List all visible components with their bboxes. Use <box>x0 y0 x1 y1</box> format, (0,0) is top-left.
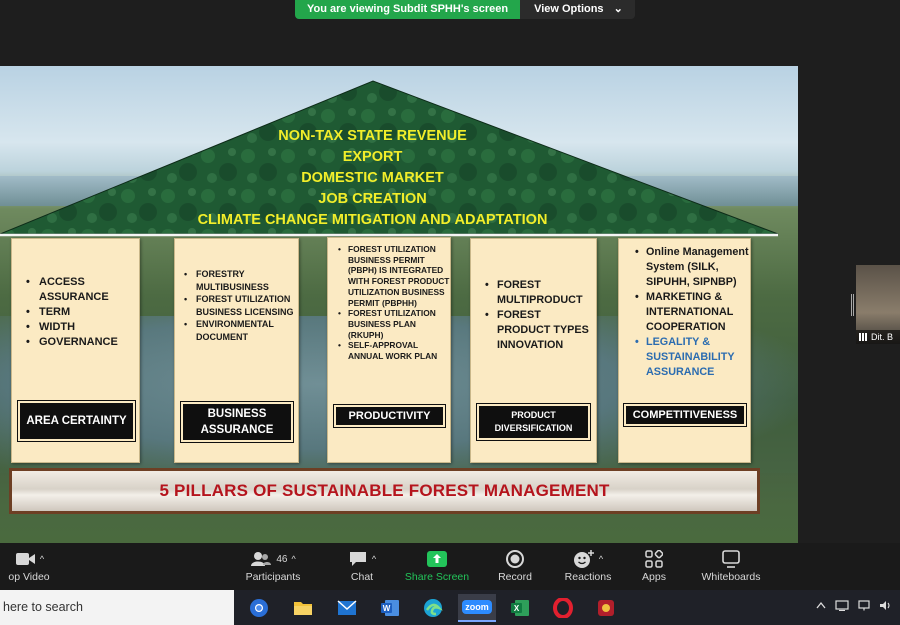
participants-options-caret[interactable]: ^ <box>291 554 295 564</box>
view-options-label: View Options <box>534 3 604 15</box>
pillar-item: FOREST UTILIZATION BUSINESS PLAN (RKUPH) <box>338 308 450 340</box>
pillar-label: COMPETITIVENESS <box>623 403 747 427</box>
roof-line: DOMESTIC MARKET <box>301 170 444 186</box>
whiteboards-label: Whiteboards <box>701 571 761 583</box>
chat-options-caret[interactable]: ^ <box>372 554 376 564</box>
pillar-label: PRODUCTIVITY <box>333 404 446 428</box>
chevron-up-icon[interactable] <box>816 600 826 614</box>
share-banner: You are viewing Subdit SPHH's screen Vie… <box>295 0 635 19</box>
participants-icon <box>251 552 272 566</box>
mail-icon[interactable] <box>332 594 362 622</box>
pillar-label: PRODUCT DIVERSIFICATION <box>476 403 591 441</box>
reactions-icon <box>573 550 594 568</box>
participant-name-bar: Dit. B <box>856 330 900 344</box>
pillar-item: SELF-APPROVAL ANNUAL WORK PLAN <box>338 340 450 361</box>
pillar-item: WIDTH <box>26 320 139 335</box>
roof-line: NON-TAX STATE REVENUE <box>278 128 467 144</box>
video-label: op Video <box>8 571 50 583</box>
system-tray <box>816 600 892 614</box>
pillar-item: FOREST PRODUCT TYPES INNOVATION <box>485 308 596 353</box>
record-button[interactable]: Record <box>488 548 542 588</box>
pillar-item: FORESTRY MULTIBUSINESS <box>184 268 298 293</box>
pillar-item: TERM <box>26 305 139 320</box>
participants-button[interactable]: 46 ^ Participants <box>228 548 318 588</box>
edge-icon[interactable] <box>418 594 448 622</box>
signal-strength-icon <box>859 333 869 341</box>
svg-text:X: X <box>514 604 520 613</box>
video-panel-resize-handle[interactable] <box>851 294 854 316</box>
volume-icon[interactable] <box>879 600 892 614</box>
taskbar-search-input[interactable]: here to search <box>0 590 234 625</box>
video-button[interactable]: ^ op Video <box>0 548 58 588</box>
participants-label: Participants <box>245 571 301 583</box>
shared-slide: NON-TAX STATE REVENUE EXPORT DOMESTIC MA… <box>0 66 798 543</box>
windows-taskbar: here to search W zoom X <box>0 590 900 625</box>
pillar-competitiveness: Online Management System (SILK, SIPUHH, … <box>618 238 751 463</box>
roof-line: EXPORT <box>342 149 403 165</box>
zoom-app-label: zoom <box>462 600 492 614</box>
pillar-item: Online Management System (SILK, SIPUHH, … <box>635 245 750 290</box>
pillar-item: FOREST UTILIZATION BUSINESS LICENSING <box>184 293 298 318</box>
pillar-item: FOREST MULTIPRODUCT <box>485 278 596 308</box>
network-icon[interactable] <box>835 600 849 614</box>
slide-footer-banner: 5 PILLARS OF SUSTAINABLE FOREST MANAGEME… <box>9 468 760 514</box>
excel-icon[interactable]: X <box>505 594 535 622</box>
pillar-label: AREA CERTAINTY <box>17 400 136 442</box>
pillar-business-assurance: FORESTRY MULTIBUSINESS FOREST UTILIZATIO… <box>174 238 299 463</box>
pillar-product-diversification: FOREST MULTIPRODUCT FOREST PRODUCT TYPES… <box>470 238 597 463</box>
svg-text:W: W <box>383 604 391 613</box>
screen: You are viewing Subdit SPHH's screen Vie… <box>0 0 900 625</box>
apps-icon <box>645 550 663 568</box>
word-icon[interactable]: W <box>375 594 405 622</box>
record-icon <box>506 550 524 568</box>
pillar-area-certainty: ACCESS ASSURANCE TERM WIDTH GOVERNANCE A… <box>11 238 140 463</box>
apps-label: Apps <box>642 571 666 583</box>
roof-line: JOB CREATION <box>318 191 427 207</box>
video-options-caret[interactable]: ^ <box>40 554 44 564</box>
share-screen-button[interactable]: Share Screen <box>400 548 474 588</box>
reactions-label: Reactions <box>564 571 612 583</box>
display-icon[interactable] <box>858 600 870 614</box>
record-label: Record <box>498 571 532 583</box>
roof-goals: NON-TAX STATE REVENUE EXPORT DOMESTIC MA… <box>140 126 605 231</box>
video-camera-icon <box>15 553 35 565</box>
share-screen-label: Share Screen <box>404 571 470 583</box>
roof-line: CLIMATE CHANGE MITIGATION AND ADAPTATION <box>197 212 548 228</box>
pillar-productivity: FOREST UTILIZATION BUSINESS PERMIT (PBPH… <box>327 237 451 463</box>
zoom-icon[interactable]: zoom <box>458 594 496 622</box>
whiteboards-button[interactable]: Whiteboards <box>696 548 766 588</box>
pillar-item: FOREST UTILIZATION BUSINESS PERMIT (PBPH… <box>338 244 450 308</box>
meeting-toolbar: ^ op Video 46 ^ Participants ^ Chat Shar… <box>0 543 900 590</box>
chat-label: Chat <box>350 571 374 583</box>
participant-name: Dit. B <box>871 332 894 342</box>
chat-icon <box>349 552 366 566</box>
pillar-item: ENVIRONMENTAL DOCUMENT <box>184 318 298 343</box>
slide-footer-title: 5 PILLARS OF SUSTAINABLE FOREST MANAGEME… <box>159 481 610 500</box>
reactions-options-caret[interactable]: ^ <box>599 554 603 564</box>
participant-video-tile[interactable]: Dit. B <box>856 265 900 344</box>
whiteboard-icon <box>722 550 740 568</box>
viewing-screen-message: You are viewing Subdit SPHH's screen <box>295 0 521 19</box>
view-options-button[interactable]: View Options ⌄ <box>520 0 635 19</box>
share-screen-icon <box>427 551 447 567</box>
app-icon[interactable] <box>591 594 621 622</box>
apps-button[interactable]: Apps <box>632 548 676 588</box>
pillar-item: GOVERNANCE <box>26 335 139 350</box>
reactions-button[interactable]: ^ Reactions <box>556 548 620 588</box>
pillar-label: BUSINESS ASSURANCE <box>180 401 294 443</box>
opera-icon[interactable] <box>548 594 578 622</box>
pillar-item: ACCESS ASSURANCE <box>26 275 139 305</box>
chat-button[interactable]: ^ Chat <box>334 548 390 588</box>
file-explorer-icon[interactable] <box>288 594 318 622</box>
chevron-down-icon: ⌄ <box>613 3 623 15</box>
pillar-item: LEGALITY & SUSTAINABILITY ASSURANCE <box>635 335 750 380</box>
chrome-icon[interactable] <box>244 594 274 622</box>
participants-count: 46 <box>276 553 288 565</box>
pillar-item: MARKETING & INTERNATIONAL COOPERATION <box>635 290 750 335</box>
